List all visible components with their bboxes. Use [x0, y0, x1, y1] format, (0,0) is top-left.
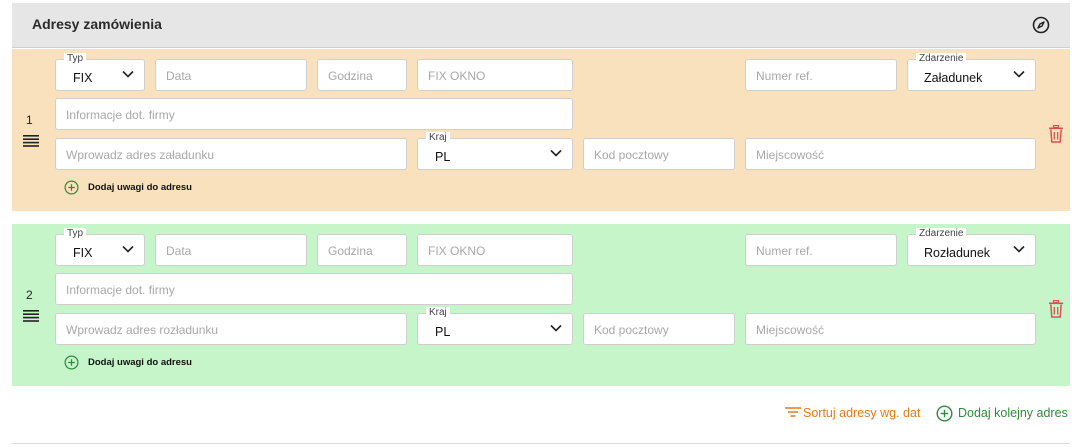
- fix-window-placeholder: FIX OKNO: [428, 69, 486, 83]
- date-placeholder: Data: [166, 244, 192, 258]
- company-info-input[interactable]: Informacje dot. firmy: [55, 273, 573, 305]
- country-select[interactable]: Kraj PL: [417, 132, 573, 170]
- city-input[interactable]: Miejscowość: [745, 313, 1036, 345]
- typ-value: FIX: [73, 246, 93, 260]
- typ-select[interactable]: Typ FIX: [55, 228, 145, 266]
- address-placeholder: Wprowadz adres rozładunku: [66, 323, 219, 337]
- event-label: Zdarzenie: [916, 53, 967, 64]
- country-value: PL: [435, 325, 451, 339]
- sort-addresses-label: Sortuj adresy wg. dat: [803, 406, 921, 420]
- country-label: Kraj: [426, 132, 450, 143]
- plus-circle-icon: [936, 404, 953, 422]
- typ-label: Typ: [64, 53, 87, 64]
- add-note-button[interactable]: Dodaj uwagi do adresu: [64, 179, 192, 195]
- chevron-down-icon: [122, 70, 134, 78]
- date-placeholder: Data: [166, 69, 192, 83]
- add-address-button[interactable]: Dodaj kolejny adres: [936, 404, 1068, 422]
- city-input[interactable]: Miejscowość: [745, 138, 1036, 170]
- order-addresses-panel: Adresy zamówienia Typ FIX Data Godzina F…: [0, 0, 1081, 448]
- plus-circle-icon: [64, 355, 79, 369]
- company-info-input[interactable]: Informacje dot. firmy: [55, 98, 573, 130]
- company-info-placeholder: Informacje dot. firmy: [66, 108, 175, 122]
- typ-label: Typ: [64, 228, 87, 239]
- fix-window-input[interactable]: FIX OKNO: [417, 234, 573, 266]
- event-value: Rozładunek: [924, 246, 991, 260]
- date-input[interactable]: Data: [155, 234, 307, 266]
- company-info-placeholder: Informacje dot. firmy: [66, 283, 175, 297]
- fix-window-placeholder: FIX OKNO: [428, 244, 486, 258]
- city-placeholder: Miejscowość: [756, 148, 825, 162]
- event-label: Zdarzenie: [916, 228, 967, 239]
- chevron-down-icon: [1013, 70, 1025, 78]
- panel-title: Adresy zamówienia: [32, 16, 162, 32]
- typ-value: FIX: [73, 71, 93, 85]
- sort-addresses-button[interactable]: Sortuj adresy wg. dat: [784, 404, 920, 422]
- address-index: 2: [26, 288, 33, 302]
- reference-number-input[interactable]: Numer ref.: [745, 234, 897, 266]
- reference-number-placeholder: Numer ref.: [756, 69, 813, 83]
- postal-code-input[interactable]: Kod pocztowy: [583, 313, 735, 345]
- postal-code-placeholder: Kod pocztowy: [594, 148, 669, 162]
- reference-number-placeholder: Numer ref.: [756, 244, 813, 258]
- address-placeholder: Wprowadz adres załadunku: [66, 148, 215, 162]
- plus-circle-icon: [64, 180, 79, 194]
- time-input[interactable]: Godzina: [317, 234, 407, 266]
- address-input[interactable]: Wprowadz adres rozładunku: [55, 313, 407, 345]
- compass-icon[interactable]: [1032, 16, 1050, 34]
- country-value: PL: [435, 150, 451, 164]
- postal-code-placeholder: Kod pocztowy: [594, 323, 669, 337]
- chevron-down-icon: [122, 245, 134, 253]
- add-note-label: Dodaj uwagi do adresu: [88, 356, 192, 368]
- chevron-down-icon: [550, 324, 562, 332]
- panel-header: Adresy zamówienia: [12, 3, 1070, 48]
- footer-divider: [12, 443, 1070, 444]
- address-index: 1: [26, 113, 33, 127]
- postal-code-input[interactable]: Kod pocztowy: [583, 138, 735, 170]
- drag-handle-icon[interactable]: [23, 135, 39, 147]
- country-label: Kraj: [426, 307, 450, 318]
- add-note-label: Dodaj uwagi do adresu: [88, 181, 192, 193]
- address-input[interactable]: Wprowadz adres załadunku: [55, 138, 407, 170]
- date-input[interactable]: Data: [155, 59, 307, 91]
- time-placeholder: Godzina: [328, 244, 373, 258]
- event-value: Załadunek: [924, 71, 983, 85]
- add-note-button[interactable]: Dodaj uwagi do adresu: [64, 354, 192, 370]
- fix-window-input[interactable]: FIX OKNO: [417, 59, 573, 91]
- trash-icon[interactable]: [1048, 300, 1064, 318]
- address-block-2: Typ FIX Data Godzina FIX OKNO Numer ref.…: [12, 224, 1070, 386]
- city-placeholder: Miejscowość: [756, 323, 825, 337]
- address-block-1: Typ FIX Data Godzina FIX OKNO Numer ref.…: [12, 49, 1070, 211]
- time-input[interactable]: Godzina: [317, 59, 407, 91]
- add-address-label: Dodaj kolejny adres: [958, 406, 1068, 420]
- chevron-down-icon: [1013, 245, 1025, 253]
- drag-handle-icon[interactable]: [23, 310, 39, 322]
- trash-icon[interactable]: [1048, 125, 1064, 143]
- time-placeholder: Godzina: [328, 69, 373, 83]
- event-select[interactable]: Zdarzenie Rozładunek: [907, 228, 1036, 266]
- sort-icon: [785, 407, 801, 417]
- reference-number-input[interactable]: Numer ref.: [745, 59, 897, 91]
- event-select[interactable]: Zdarzenie Załadunek: [907, 53, 1036, 91]
- chevron-down-icon: [550, 149, 562, 157]
- country-select[interactable]: Kraj PL: [417, 307, 573, 345]
- typ-select[interactable]: Typ FIX: [55, 53, 145, 91]
